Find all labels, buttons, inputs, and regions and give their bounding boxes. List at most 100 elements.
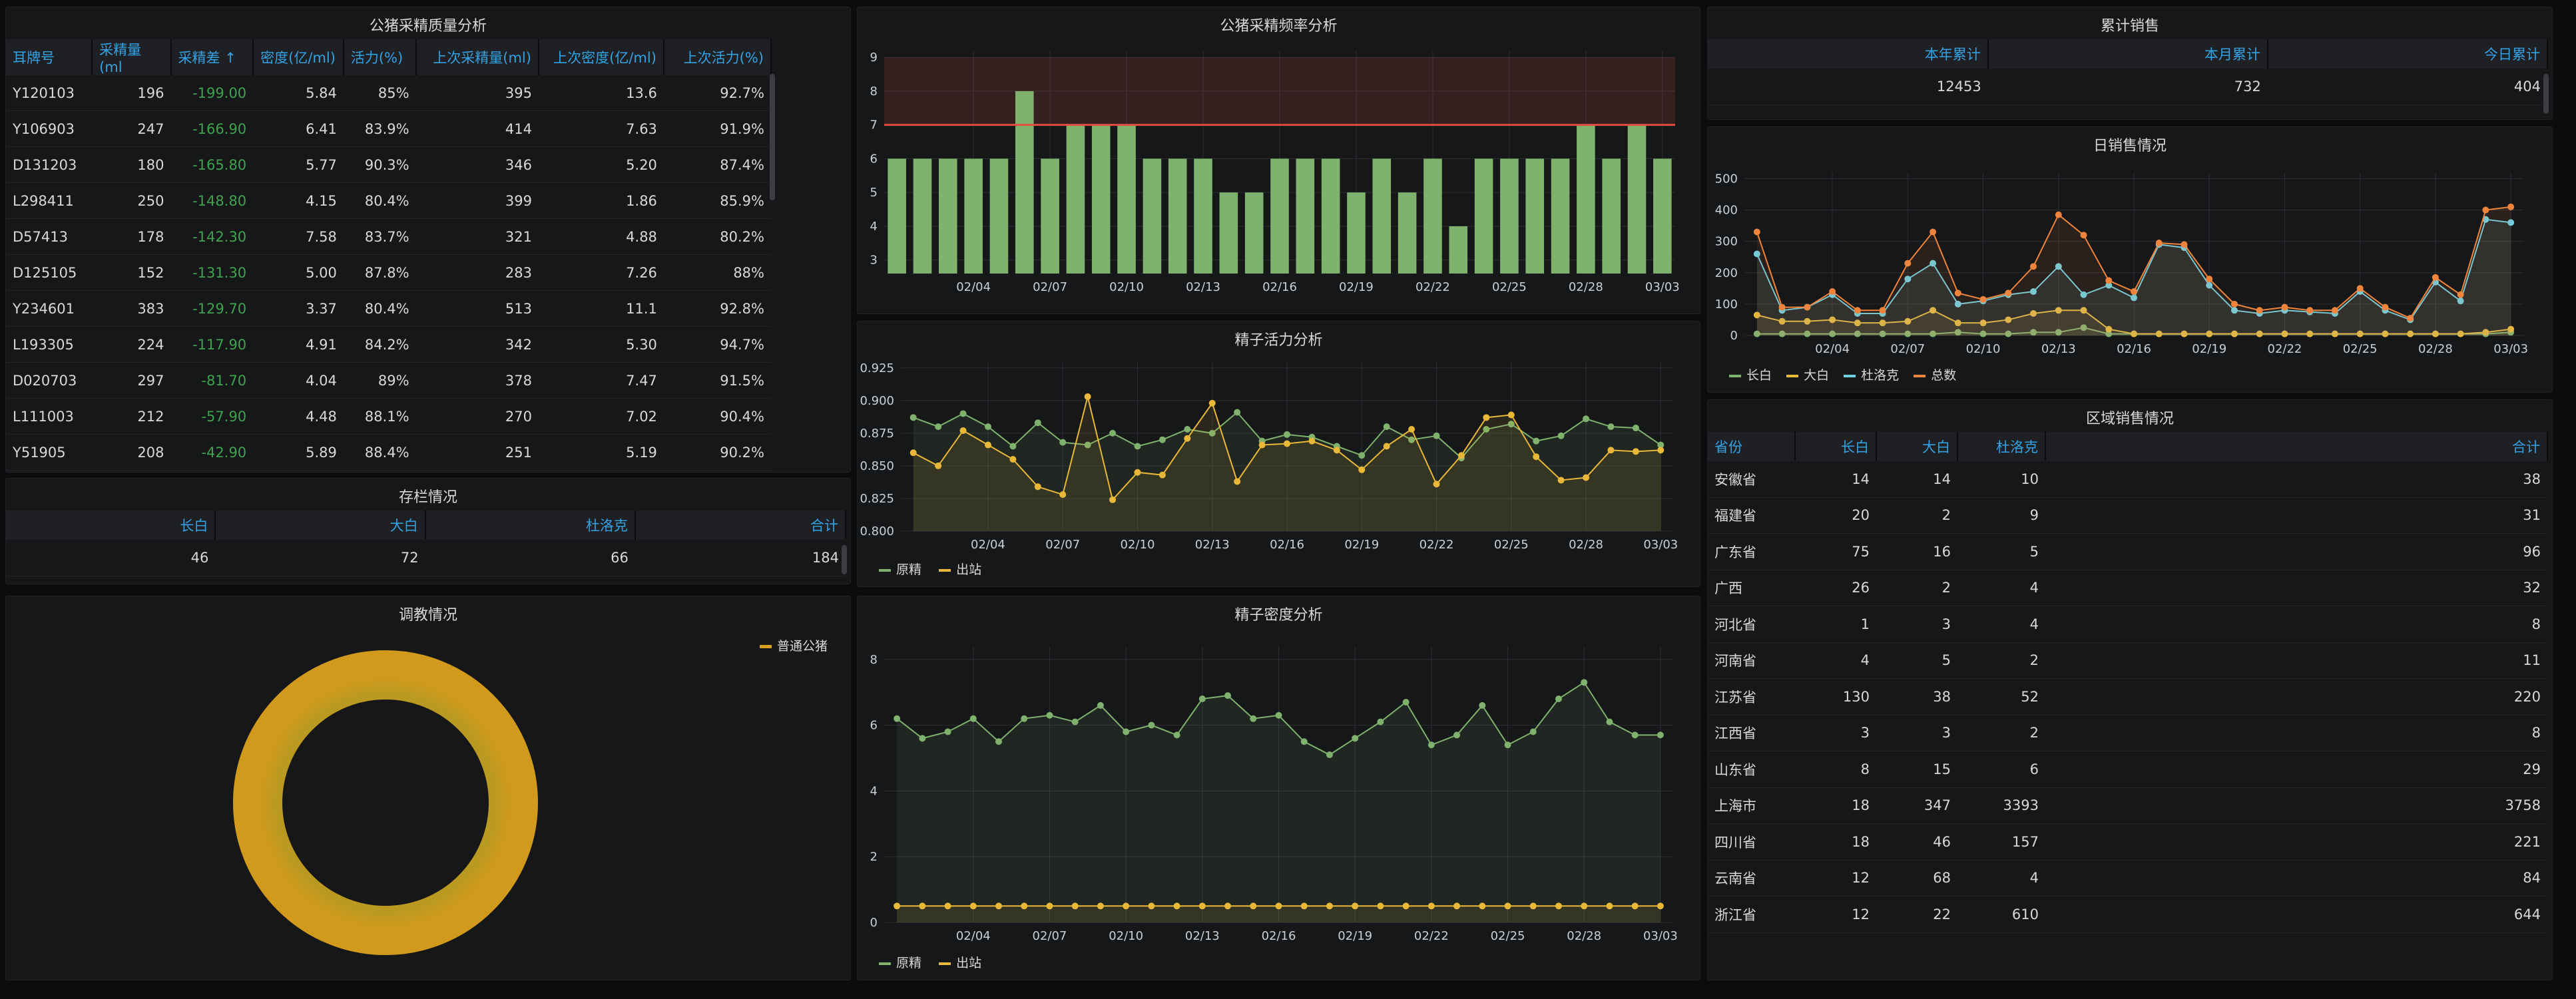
bar[interactable] <box>1194 158 1212 274</box>
data-point[interactable] <box>1581 902 1588 910</box>
data-point[interactable] <box>2457 291 2464 298</box>
data-point[interactable] <box>1507 411 1515 419</box>
data-point[interactable] <box>1657 902 1664 910</box>
data-point[interactable] <box>1300 902 1308 910</box>
data-point[interactable] <box>1046 902 1053 910</box>
data-point[interactable] <box>1377 902 1384 910</box>
data-point[interactable] <box>1383 443 1390 450</box>
bar[interactable] <box>1041 158 1059 274</box>
data-point[interactable] <box>1504 902 1511 910</box>
table-row[interactable]: L298411 250 -148.80 4.15 80.4% 399 1.86 85.9% <box>6 182 771 219</box>
data-point[interactable] <box>1607 447 1615 454</box>
data-point[interactable] <box>2306 307 2314 314</box>
data-point[interactable] <box>1753 228 1760 236</box>
table-row[interactable]: D131203 180 -165.80 5.77 90.3% 346 5.20 87.4% <box>6 146 771 183</box>
data-point[interactable] <box>1275 902 1282 910</box>
data-point[interactable] <box>1148 721 1155 729</box>
data-point[interactable] <box>1275 711 1282 719</box>
table-row[interactable]: 四川省 18 46 157 221 <box>1708 823 2547 861</box>
table-row[interactable]: 河南省 4 5 2 11 <box>1708 642 2547 679</box>
data-point[interactable] <box>1533 437 1540 445</box>
legend-item-raw[interactable]: 原精 <box>879 562 921 577</box>
data-point[interactable] <box>1284 440 1290 447</box>
data-point[interactable] <box>1352 902 1359 910</box>
data-point[interactable] <box>1607 423 1615 431</box>
region-col-duroc[interactable]: 杜洛克 <box>1957 432 2046 461</box>
col-last-density[interactable]: 上次密度(亿/ml) <box>538 39 664 75</box>
data-point[interactable] <box>1632 448 1639 455</box>
legend-item-dabai[interactable]: 大白 <box>1786 368 1829 383</box>
data-point[interactable] <box>1529 728 1537 735</box>
data-point[interactable] <box>959 427 967 434</box>
bar[interactable] <box>1551 158 1570 274</box>
data-point[interactable] <box>2105 277 2113 284</box>
data-point[interactable] <box>1979 296 1987 303</box>
data-point[interactable] <box>1250 902 1257 910</box>
table-row[interactable]: 江西省 3 3 2 8 <box>1708 715 2547 751</box>
table-row[interactable]: Y234601 383 -129.70 3.37 80.4% 513 11.1 92.8% <box>6 290 771 327</box>
data-point[interactable] <box>1173 731 1180 739</box>
data-point[interactable] <box>1778 303 1786 311</box>
data-point[interactable] <box>1084 393 1091 400</box>
bar[interactable] <box>1398 192 1417 274</box>
data-point[interactable] <box>1224 692 1232 699</box>
data-point[interactable] <box>1954 290 1961 297</box>
data-point[interactable] <box>2356 285 2364 292</box>
data-point[interactable] <box>1134 469 1141 476</box>
data-point[interactable] <box>1034 483 1041 491</box>
table-row[interactable]: 浙江省 12 22 610 644 <box>1708 896 2547 933</box>
bar[interactable] <box>1602 158 1621 274</box>
data-point[interactable] <box>1009 456 1017 463</box>
data-point[interactable] <box>944 902 951 910</box>
data-point[interactable] <box>2382 303 2389 311</box>
data-point[interactable] <box>1184 435 1191 442</box>
region-col-changbai[interactable]: 长白 <box>1795 432 1877 461</box>
stock-col-changbai[interactable]: 长白 <box>6 510 216 540</box>
data-point[interactable] <box>2005 290 2012 297</box>
table-row[interactable]: D020703 297 -81.70 4.04 89% 378 7.47 91.5% <box>6 362 771 399</box>
data-point[interactable] <box>2256 307 2263 314</box>
data-point[interactable] <box>1109 496 1117 503</box>
data-point[interactable] <box>995 738 1003 745</box>
data-point[interactable] <box>2206 276 2213 283</box>
data-point[interactable] <box>1208 399 1216 407</box>
data-point[interactable] <box>1358 452 1366 459</box>
data-point[interactable] <box>969 902 977 910</box>
data-point[interactable] <box>959 410 967 417</box>
col-vitality[interactable]: 活力(%) <box>343 39 417 75</box>
bar[interactable] <box>1500 158 1519 274</box>
data-point[interactable] <box>1184 426 1191 433</box>
region-col-dabai[interactable]: 大白 <box>1876 432 1958 461</box>
data-point[interactable] <box>1533 453 1540 461</box>
data-point[interactable] <box>1606 902 1613 910</box>
data-point[interactable] <box>1159 436 1166 443</box>
bar[interactable] <box>964 158 983 274</box>
data-point[interactable] <box>1479 701 1486 709</box>
data-point[interactable] <box>1383 423 1390 431</box>
data-point[interactable] <box>1631 902 1639 910</box>
data-point[interactable] <box>2181 241 2188 248</box>
data-point[interactable] <box>1352 735 1359 742</box>
data-point[interactable] <box>1427 741 1435 749</box>
col-density[interactable]: 密度(亿/ml) <box>253 39 344 75</box>
data-point[interactable] <box>1555 696 1562 703</box>
data-point[interactable] <box>984 441 991 449</box>
bar[interactable] <box>1219 192 1238 274</box>
table-row[interactable]: 安徽省 14 14 10 38 <box>1708 461 2547 498</box>
data-point[interactable] <box>1631 731 1639 739</box>
bar[interactable] <box>1270 158 1289 274</box>
data-point[interactable] <box>1402 902 1410 910</box>
data-point[interactable] <box>2432 274 2439 281</box>
data-point[interactable] <box>1804 303 1811 311</box>
data-point[interactable] <box>1123 902 1130 910</box>
bar[interactable] <box>1627 124 1647 274</box>
data-point[interactable] <box>995 902 1003 910</box>
stock-col-dabai[interactable]: 大白 <box>215 510 426 540</box>
bar[interactable] <box>1525 158 1545 274</box>
col-ear-tag[interactable]: 耳牌号 <box>6 39 93 75</box>
bar[interactable] <box>1423 158 1442 274</box>
data-point[interactable] <box>2507 203 2515 210</box>
data-point[interactable] <box>919 902 926 910</box>
data-point[interactable] <box>1854 307 1861 314</box>
data-point[interactable] <box>1581 679 1588 686</box>
